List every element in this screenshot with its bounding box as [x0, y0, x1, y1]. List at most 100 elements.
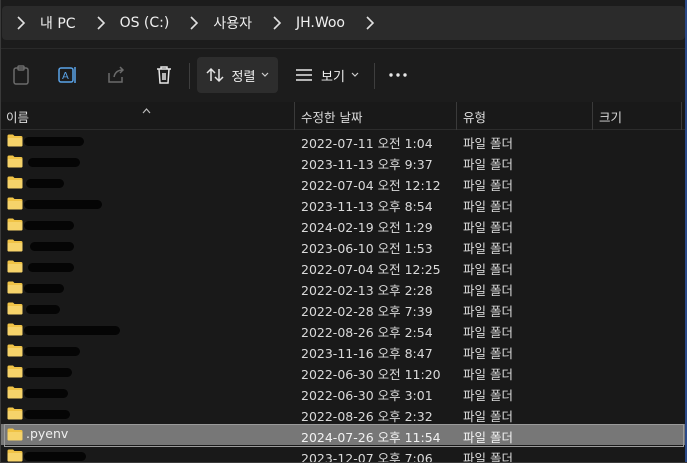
toolbar-divider: [374, 63, 375, 89]
file-type: 파일 폴더: [463, 283, 513, 298]
column-header-modified-label: 수정한 날짜: [301, 109, 363, 125]
chevron-right-icon[interactable]: [88, 6, 114, 40]
file-modified: 2023-11-13 오후 8:54: [301, 199, 433, 214]
file-modified: 2023-12-07 오후 7:06: [301, 451, 433, 463]
file-row[interactable]: 2024-02-19 오전 1:29 파일 폴더: [0, 214, 687, 235]
sort-label: 정렬: [231, 69, 256, 85]
file-modified: 2022-08-26 오후 2:32: [301, 409, 433, 424]
file-row[interactable]: .pyenv 2024-07-26 오후 11:54 파일 폴더: [0, 424, 687, 447]
breadcrumb-item-drive[interactable]: OS (C:): [114, 15, 182, 31]
rename-button[interactable]: A: [53, 57, 83, 93]
sort-ascending-icon: [142, 103, 151, 118]
folder-icon: [7, 449, 23, 462]
redaction-mark: [24, 347, 80, 356]
sort-button[interactable]: 정렬: [197, 57, 278, 93]
file-name: .pyenv: [26, 426, 69, 441]
file-row[interactable]: 2022-06-30 오전 11:20 파일 폴더: [0, 361, 687, 382]
file-type: 파일 폴더: [463, 409, 513, 424]
list-view-icon: [296, 69, 313, 81]
address-bar: 내 PC OS (C:) 사용자 JH.Woo: [0, 0, 687, 48]
column-header-size-label: 크기: [599, 109, 623, 125]
file-modified: 2022-07-04 오전 12:25: [301, 262, 441, 277]
file-modified: 2022-06-30 오전 11:20: [301, 367, 441, 382]
redaction-mark: [24, 410, 70, 419]
folder-icon: [7, 197, 23, 210]
file-row[interactable]: 2023-11-13 오후 8:54 파일 폴더: [0, 193, 687, 214]
redaction-mark: [24, 284, 64, 293]
chevron-right-icon[interactable]: [264, 6, 290, 40]
redaction-mark: [30, 242, 74, 251]
file-type: 파일 폴더: [463, 262, 513, 277]
file-row[interactable]: 2022-07-11 오전 1:04 파일 폴더: [0, 130, 687, 151]
file-row[interactable]: 2023-11-13 오후 9:37 파일 폴더: [0, 151, 687, 172]
column-header-type[interactable]: 유형: [457, 102, 593, 130]
redaction-mark: [24, 200, 102, 209]
file-type: 파일 폴더: [463, 136, 513, 151]
sort-icon: [206, 67, 224, 83]
folder-icon: [7, 302, 23, 315]
file-row[interactable]: 2023-06-10 오전 1:53 파일 폴더: [0, 235, 687, 256]
file-row[interactable]: 2022-07-04 오전 12:25 파일 폴더: [0, 256, 687, 277]
redaction-mark: [24, 326, 120, 335]
file-type: 파일 폴더: [463, 346, 513, 361]
file-row[interactable]: 2023-11-16 오후 8:47 파일 폴더: [0, 340, 687, 361]
more-options-button[interactable]: [383, 57, 413, 93]
file-row[interactable]: 2023-12-07 오후 7:06 파일 폴더: [0, 445, 687, 463]
file-type: 파일 폴더: [463, 451, 513, 463]
file-list: 2022-07-11 오전 1:04 파일 폴더 2023-11-13 오후 9:3…: [0, 130, 687, 463]
redaction-mark: [26, 305, 60, 314]
file-row[interactable]: 2022-02-28 오후 7:39 파일 폴더: [0, 298, 687, 319]
column-header-type-label: 유형: [463, 109, 487, 125]
clipboard-icon: [13, 65, 29, 85]
redaction-mark: [24, 389, 68, 398]
column-header-size[interactable]: 크기: [593, 102, 682, 130]
breadcrumb-item-this-pc[interactable]: 내 PC: [34, 13, 88, 33]
breadcrumb-item-users[interactable]: 사용자: [207, 13, 264, 33]
chevron-down-icon: [351, 72, 359, 77]
folder-icon: [7, 260, 23, 273]
redaction-mark: [28, 263, 74, 272]
redaction-mark: [24, 137, 84, 146]
folder-icon: [7, 344, 23, 357]
file-modified: 2022-07-11 오전 1:04: [301, 136, 433, 151]
paste-button[interactable]: [6, 57, 36, 93]
folder-icon: [7, 365, 23, 378]
file-type: 파일 폴더: [463, 220, 513, 235]
redaction-mark: [26, 179, 64, 188]
folder-icon: [7, 239, 23, 252]
svg-text:A: A: [62, 71, 69, 82]
chevron-right-icon[interactable]: [8, 6, 34, 40]
file-row[interactable]: 2022-06-30 오후 3:01 파일 폴더: [0, 382, 687, 403]
chevron-right-icon[interactable]: [181, 6, 207, 40]
toolbar-divider: [189, 63, 190, 89]
file-row[interactable]: 2022-02-13 오후 2:28 파일 폴더: [0, 277, 687, 298]
file-type: 파일 폴더: [463, 157, 513, 172]
file-type: 파일 폴더: [463, 325, 513, 340]
file-modified: 2024-02-19 오전 1:29: [301, 220, 433, 235]
redaction-mark: [24, 368, 72, 377]
file-row[interactable]: 2022-08-26 오후 2:32 파일 폴더: [0, 403, 687, 424]
breadcrumb[interactable]: 내 PC OS (C:) 사용자 JH.Woo: [2, 6, 685, 40]
file-row[interactable]: 2022-07-04 오전 12:12 파일 폴더: [0, 172, 687, 193]
column-header-modified[interactable]: 수정한 날짜: [295, 102, 457, 130]
file-type: 파일 폴더: [463, 430, 513, 445]
chevron-right-icon[interactable]: [357, 6, 383, 40]
file-modified: 2023-11-13 오후 9:37: [301, 157, 433, 172]
rename-icon: A: [58, 67, 76, 83]
folder-icon: [7, 407, 23, 420]
folder-icon: [7, 155, 23, 168]
file-modified: 2023-06-10 오전 1:53: [301, 241, 433, 256]
file-modified: 2024-07-26 오후 11:54: [301, 430, 441, 445]
view-button[interactable]: 보기: [291, 57, 363, 93]
file-modified: 2022-08-26 오후 2:54: [301, 325, 433, 340]
delete-button[interactable]: [149, 57, 179, 93]
file-modified: 2022-02-13 오후 2:28: [301, 283, 433, 298]
window-border: [0, 0, 1, 463]
breadcrumb-item-user-folder[interactable]: JH.Woo: [290, 15, 357, 31]
share-button[interactable]: [101, 57, 131, 93]
file-row[interactable]: 2022-08-26 오후 2:54 파일 폴더: [0, 319, 687, 340]
file-modified: 2022-07-04 오전 12:12: [301, 178, 441, 193]
folder-icon: [7, 176, 23, 189]
file-modified: 2022-06-30 오후 3:01: [301, 388, 433, 403]
more-icon: [389, 73, 407, 77]
